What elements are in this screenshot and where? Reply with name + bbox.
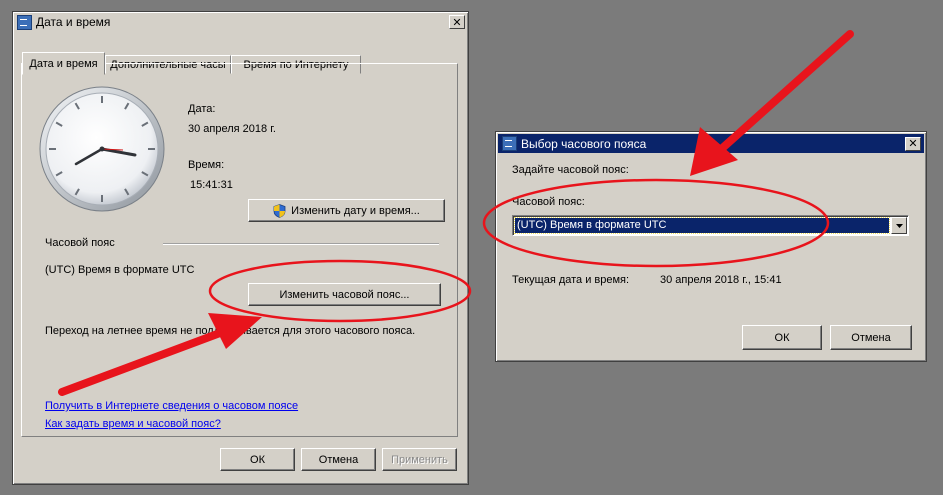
tab-date-time[interactable]: Дата и время — [22, 52, 105, 75]
title-bar: Дата и время ✕ — [13, 12, 468, 32]
cancel-label: Отмена — [318, 453, 359, 466]
change-timezone-label: Изменить часовой пояс... — [279, 288, 410, 301]
change-date-time-label: Изменить дату и время... — [291, 204, 420, 217]
change-date-time-button[interactable]: Изменить дату и время... — [248, 199, 445, 222]
analog-clock — [39, 86, 165, 212]
tz-ok-label: ОК — [774, 331, 790, 344]
dst-notice: Переход на летнее время не поддерживаетс… — [45, 325, 416, 337]
timezone-divider — [163, 243, 439, 245]
dropdown-button[interactable] — [891, 217, 907, 234]
timezone-select-value: (UTC) Время в формате UTC — [514, 217, 890, 234]
tz-dialog-title: Выбор часового пояса — [521, 136, 647, 151]
ok-label: ОК — [250, 453, 265, 466]
close-icon: ✕ — [452, 15, 462, 29]
close-button[interactable]: ✕ — [449, 15, 465, 29]
tz-field-label: Часовой пояс: — [512, 196, 585, 208]
tz-ok-button[interactable]: ОК — [742, 325, 822, 350]
tz-close-button[interactable]: ✕ — [905, 136, 921, 151]
close-icon: ✕ — [908, 137, 918, 150]
timezone-value: (UTC) Время в формате UTC — [45, 264, 195, 276]
apply-label: Применить — [391, 453, 448, 466]
timezone-info-link[interactable]: Получить в Интернете сведения о часовом … — [45, 400, 298, 412]
date-value: 30 апреля 2018 г. — [188, 123, 276, 135]
dialog-title: Дата и время — [36, 15, 111, 29]
calendar-icon — [17, 14, 32, 30]
date-label: Дата: — [188, 103, 216, 115]
help-link[interactable]: Как задать время и часовой пояс? — [45, 418, 221, 430]
timezone-section-label: Часовой пояс — [45, 237, 115, 249]
apply-button[interactable]: Применить — [382, 448, 457, 471]
cancel-button[interactable]: Отмена — [301, 448, 376, 471]
uac-shield-icon — [273, 203, 286, 218]
dropdown-arrow-icon — [895, 223, 903, 228]
tz-prompt: Задайте часовой пояс: — [512, 164, 629, 176]
calendar-icon — [502, 136, 517, 151]
ok-button[interactable]: ОК — [220, 448, 295, 471]
tz-title-bar: Выбор часового пояса ✕ — [498, 134, 924, 153]
timezone-select[interactable]: (UTC) Время в формате UTC — [512, 215, 909, 236]
time-value: 15:41:31 — [190, 179, 233, 191]
change-timezone-button[interactable]: Изменить часовой пояс... — [248, 283, 441, 306]
tz-cancel-button[interactable]: Отмена — [830, 325, 912, 350]
date-time-dialog: Дата и время ✕ Дата и время Дополнительн… — [12, 11, 469, 485]
timezone-dialog: Выбор часового пояса ✕ Задайте часовой п… — [495, 131, 927, 362]
time-label: Время: — [188, 159, 225, 171]
current-datetime-label: Текущая дата и время: — [512, 274, 630, 286]
current-datetime-value: 30 апреля 2018 г., 15:41 — [660, 274, 782, 286]
tz-cancel-label: Отмена — [851, 331, 891, 344]
